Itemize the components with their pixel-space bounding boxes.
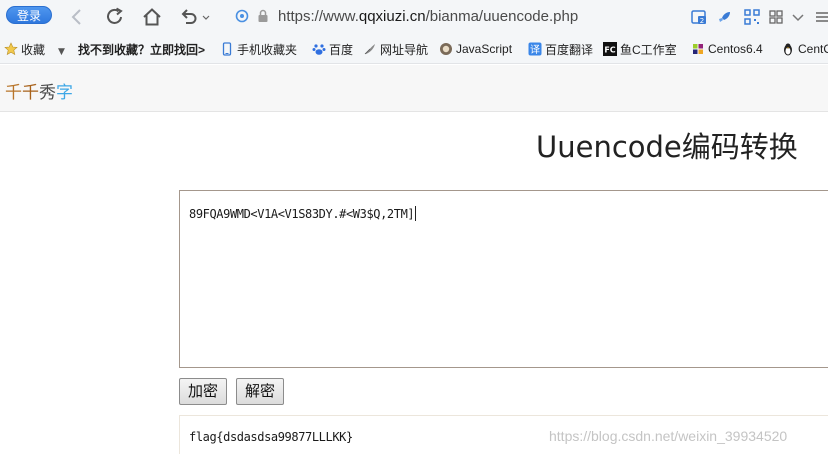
- site-logo[interactable]: 千千秀字: [5, 78, 73, 103]
- site-header: [0, 65, 828, 112]
- svg-text:2: 2: [700, 17, 704, 25]
- back-icon[interactable]: [66, 6, 88, 28]
- menu-icon[interactable]: [814, 9, 828, 25]
- linux-icon: [781, 42, 795, 56]
- input-textarea[interactable]: 89FQA9WMD<V1A<V1S83DY.#<W3$Q,2TM]: [179, 190, 828, 368]
- chevron-down-icon[interactable]: ▼: [58, 47, 65, 57]
- js-icon: [439, 42, 453, 56]
- lock-icon[interactable]: [257, 9, 269, 23]
- login-button[interactable]: 登录: [6, 6, 52, 24]
- centos-icon: [691, 42, 705, 56]
- home-icon[interactable]: [141, 6, 163, 28]
- bookmark-baidu-translate[interactable]: 译 百度翻译: [528, 41, 593, 57]
- chevron-down-icon[interactable]: [790, 9, 806, 25]
- star-icon: [4, 42, 18, 56]
- watermark: https://blog.csdn.net/weixin_39934520: [549, 428, 788, 444]
- bookmark-favorites[interactable]: 收藏: [4, 41, 45, 57]
- svg-text:译: 译: [530, 44, 540, 56]
- bookmark-baidu[interactable]: 百度: [312, 41, 353, 57]
- bookmark-javascript[interactable]: JavaScript: [439, 41, 512, 57]
- fishc-icon: FC: [603, 42, 617, 56]
- bookmark-recover-link[interactable]: 找不到收藏？立即找回>: [78, 41, 205, 57]
- translate-icon: 译: [528, 42, 542, 56]
- bookmark-nav-sites[interactable]: 网址导航: [363, 41, 428, 57]
- page-title: Uuencode编码转换: [536, 130, 798, 164]
- encode-button[interactable]: 加密: [179, 378, 227, 405]
- feather-icon: [363, 42, 377, 56]
- apps-grid-icon[interactable]: [768, 9, 784, 25]
- text-caret: [415, 206, 417, 221]
- chevron-down-icon[interactable]: [201, 6, 211, 28]
- input-text: 89FQA9WMD<V1A<V1S83DY.#<W3$Q,2TM]: [189, 207, 415, 221]
- decode-button[interactable]: 解密: [236, 378, 284, 405]
- svg-text:FC: FC: [604, 46, 615, 55]
- refresh-icon[interactable]: [104, 6, 126, 28]
- security-shield-icon[interactable]: [235, 9, 249, 23]
- bookmarks-bar: 收藏 ▼ 找不到收藏？立即找回> 手机收藏夹 百度 网址导航 JavaScrip…: [0, 34, 828, 64]
- browser-toolbar: 登录 https://www.qqxiuzi.cn/bianma/uuencod…: [0, 0, 828, 34]
- bookmark-centos-2[interactable]: CentO: [781, 41, 828, 57]
- undo-icon[interactable]: [178, 6, 200, 28]
- tab-manager-icon[interactable]: 2: [691, 9, 707, 25]
- bookmark-fishc[interactable]: FC 鱼C工作室: [603, 41, 677, 57]
- rocket-icon[interactable]: [717, 9, 733, 25]
- output-text: flag{dsdasdsa99877LLLKK}: [189, 430, 353, 444]
- phone-icon: [220, 42, 234, 56]
- qr-code-icon[interactable]: [744, 9, 760, 25]
- bookmark-mobile-favorites[interactable]: 手机收藏夹: [220, 41, 297, 57]
- baidu-paw-icon: [312, 42, 326, 56]
- address-bar-url[interactable]: https://www.qqxiuzi.cn/bianma/uuencode.p…: [278, 8, 578, 25]
- bookmark-centos[interactable]: Centos6.4: [691, 41, 763, 57]
